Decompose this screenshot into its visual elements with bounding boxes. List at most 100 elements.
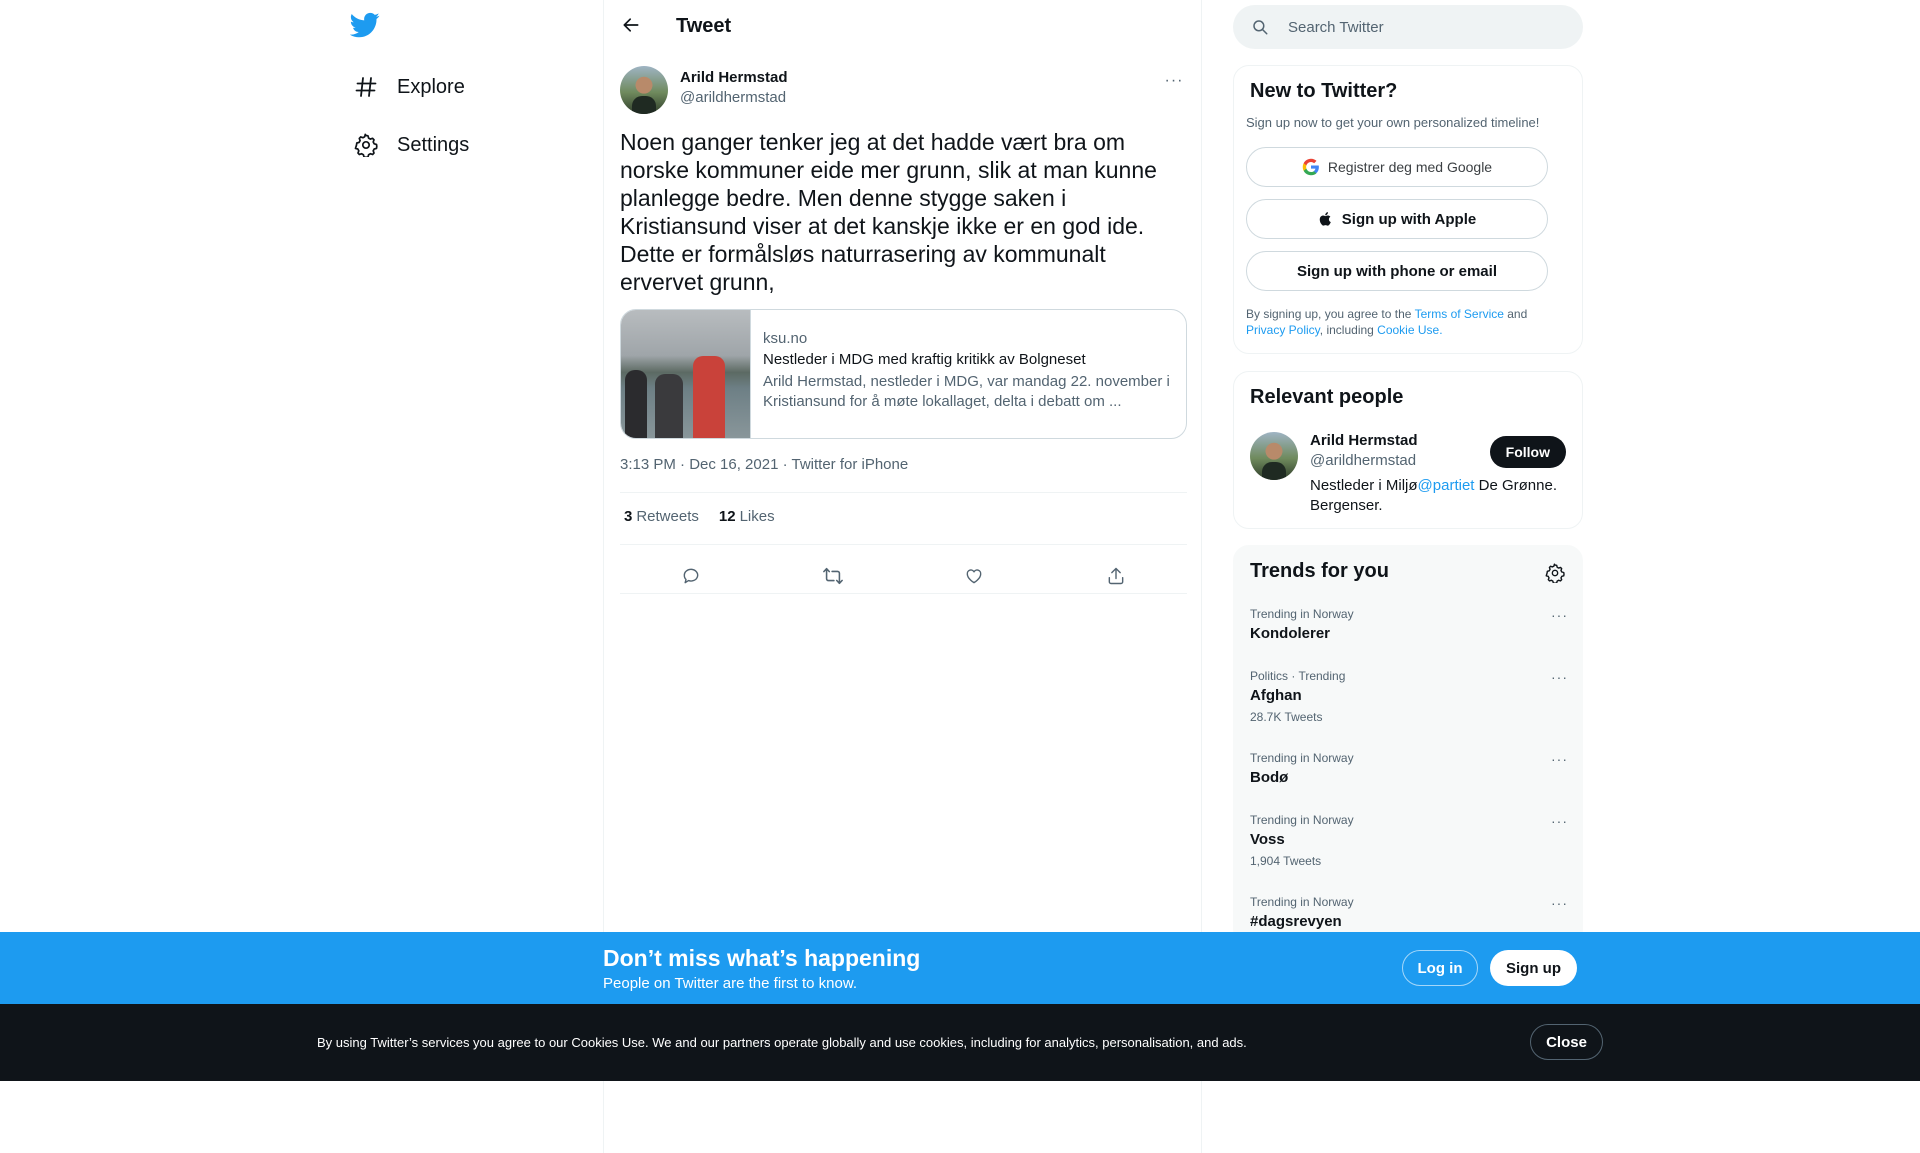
tweet-author: Arild Hermstad @arildhermstad ··· (620, 64, 1187, 114)
author-handle[interactable]: @arildhermstad (680, 89, 786, 106)
login-button[interactable]: Log in (1402, 950, 1478, 986)
cookie-text: By using Twitter’s services you agree to… (317, 1035, 1247, 1050)
avatar[interactable] (620, 66, 668, 114)
new-to-twitter-panel: New to Twitter? Sign up now to get your … (1233, 65, 1583, 354)
trend-topic: Afghan (1250, 687, 1302, 704)
tweet-actions (620, 558, 1187, 598)
banner-subtitle: People on Twitter are the first to know. (603, 975, 858, 992)
login-banner: Don’t miss what’s happening People on Tw… (0, 932, 1920, 1004)
trend-context: Politics · Trending (1250, 669, 1346, 683)
more-options-icon[interactable]: ··· (1551, 669, 1568, 685)
privacy-link[interactable]: Privacy Policy (1246, 323, 1320, 337)
retweet-icon[interactable] (815, 558, 851, 594)
panel-subtitle: Sign up now to get your own personalized… (1246, 115, 1540, 130)
avatar[interactable] (1250, 432, 1298, 480)
gear-icon (353, 132, 379, 158)
back-button[interactable] (616, 12, 646, 42)
retweets-stat[interactable]: 3 Retweets (624, 508, 699, 525)
trend-context: Trending in Norway (1250, 751, 1354, 765)
trend-count: 1,904 Tweets (1250, 854, 1322, 868)
person-bio: Nestleder i Miljø@partiet De Grønne. Ber… (1310, 476, 1570, 516)
more-options-icon[interactable]: ··· (1551, 751, 1568, 767)
apple-signup-label: Sign up with Apple (1341, 210, 1477, 228)
hashtag-icon (353, 74, 379, 100)
tweet-stats: 3 Retweets 12 Likes (624, 508, 775, 525)
trend-context: Trending in Norway (1250, 895, 1354, 909)
google-signup-label: Registrer deg med Google (1327, 159, 1493, 175)
google-signup-button[interactable]: Registrer deg med Google (1246, 147, 1548, 187)
legal-and: and (1503, 307, 1528, 321)
link-card[interactable]: ksu.no Nestleder i MDG med kraftig kriti… (620, 309, 1187, 439)
trend-item[interactable]: Trending in Norway Bodø ··· (1250, 751, 1568, 786)
retweets-count: 3 (624, 508, 633, 525)
relevant-people-panel: Relevant people Arild Hermstad @arildher… (1233, 371, 1583, 529)
share-icon[interactable] (1098, 558, 1134, 594)
trend-count: 28.7K Tweets (1250, 710, 1323, 724)
retweets-label: Retweets (636, 508, 699, 525)
trend-context: Trending in Norway (1250, 607, 1354, 621)
follow-button[interactable]: Follow (1489, 436, 1566, 468)
banner-title: Don’t miss what’s happening (603, 945, 921, 971)
search-input[interactable] (1288, 18, 1558, 36)
nav-explore-label: Explore (397, 75, 465, 98)
bio-text: Nestleder i Miljø (1310, 477, 1418, 494)
legal-including: , including (1319, 323, 1378, 337)
arrow-left-icon (621, 15, 641, 40)
trend-topic: Bodø (1250, 769, 1289, 786)
trend-context: Trending in Norway (1250, 813, 1354, 827)
google-icon (1302, 158, 1320, 176)
apple-signup-button[interactable]: Sign up with Apple (1246, 199, 1548, 239)
card-image (621, 310, 751, 438)
like-icon[interactable] (956, 558, 992, 594)
signup-button[interactable]: Sign up (1490, 950, 1577, 986)
nav-explore[interactable]: Explore (353, 67, 465, 107)
gear-icon[interactable] (1542, 560, 1568, 586)
likes-label: Likes (739, 508, 775, 525)
card-domain: ksu.no (763, 330, 808, 347)
card-title: Nestleder i MDG med kraftig kritikk av B… (763, 351, 1086, 368)
phone-email-signup-button[interactable]: Sign up with phone or email (1246, 251, 1548, 291)
trend-topic: #dagsrevyen (1250, 913, 1342, 930)
reply-icon[interactable] (673, 558, 709, 594)
tweet-timestamp[interactable]: 3:13 PM · Dec 16, 2021 · Twitter for iPh… (620, 456, 908, 473)
person-name[interactable]: Arild Hermstad (1310, 432, 1418, 449)
more-options-icon[interactable]: ··· (1551, 895, 1568, 911)
more-options-icon[interactable]: ··· (1161, 68, 1187, 94)
panel-title: Relevant people (1250, 386, 1404, 408)
more-options-icon[interactable]: ··· (1551, 813, 1568, 829)
trend-topic: Kondolerer (1250, 625, 1331, 642)
apple-icon (1318, 210, 1334, 228)
trend-item[interactable]: Trending in Norway Voss 1,904 Tweets ··· (1250, 813, 1568, 868)
phone-email-signup-label: Sign up with phone or email (1296, 262, 1497, 280)
panel-title: Trends for you (1250, 560, 1389, 582)
more-options-icon[interactable]: ··· (1551, 607, 1568, 623)
cookie-link[interactable]: Cookie Use. (1377, 323, 1442, 337)
trend-item[interactable]: Trending in Norway Kondolerer ··· (1250, 607, 1568, 642)
nav-settings[interactable]: Settings (353, 125, 469, 165)
panel-title: New to Twitter? (1250, 80, 1398, 102)
person-handle[interactable]: @arildhermstad (1310, 452, 1416, 469)
divider (620, 593, 1187, 594)
trend-item[interactable]: Trending in Norway #dagsrevyen ··· (1250, 895, 1568, 930)
trend-item[interactable]: Politics · Trending Afghan 28.7K Tweets … (1250, 669, 1568, 724)
page-title: Tweet (676, 15, 732, 37)
card-description: Arild Hermstad, nestleder i MDG, var man… (763, 373, 1170, 410)
card-body: ksu.no Nestleder i MDG med kraftig kriti… (763, 330, 1178, 412)
author-name[interactable]: Arild Hermstad (680, 69, 788, 86)
cookie-bar: By using Twitter’s services you agree to… (0, 1004, 1920, 1081)
page-header: Tweet (604, 0, 1201, 53)
tweet-text: Noen ganger tenker jeg at det hadde vært… (620, 129, 1157, 295)
bio-mention-link[interactable]: @partiet (1418, 477, 1475, 494)
likes-stat[interactable]: 12 Likes (719, 508, 775, 525)
search-icon (1250, 17, 1270, 37)
nav-settings-label: Settings (397, 133, 470, 156)
twitter-bird-icon[interactable] (349, 10, 382, 42)
terms-link[interactable]: Terms of Service (1415, 307, 1504, 321)
divider (620, 544, 1187, 545)
legal-prefix: By signing up, you agree to the (1246, 307, 1415, 321)
close-button[interactable]: Close (1530, 1024, 1603, 1060)
trend-topic: Voss (1250, 831, 1285, 848)
trends-panel: Trends for you Trending in Norway Kondol… (1233, 545, 1583, 945)
divider (620, 492, 1187, 493)
search-bar[interactable] (1233, 5, 1583, 49)
